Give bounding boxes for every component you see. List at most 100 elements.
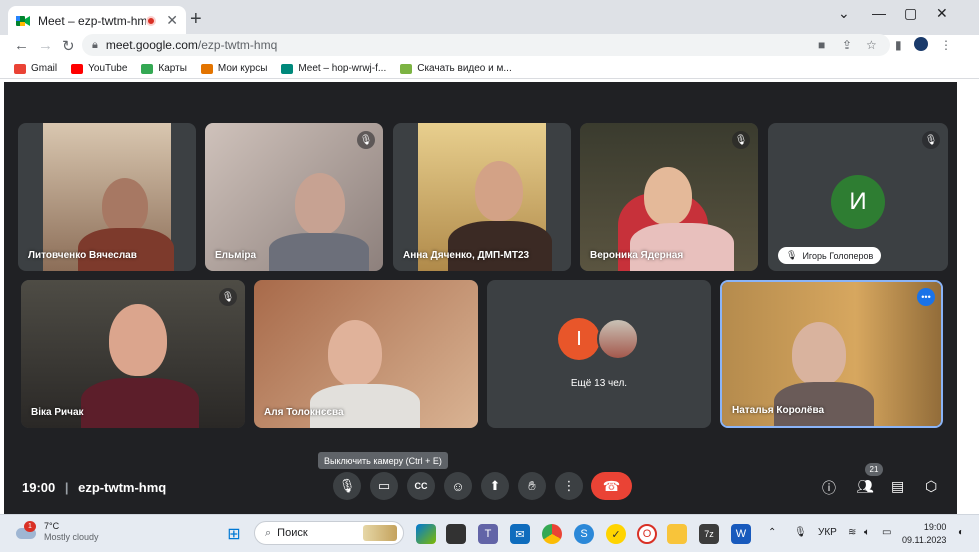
side-panel-icon[interactable]: ▮ <box>895 38 902 52</box>
skype-icon[interactable]: S <box>574 524 594 544</box>
vertical-dots-icon: ⋮ <box>562 478 576 493</box>
tab-meet[interactable]: Meet – ezp-twtm-hmq ✕ <box>8 6 186 35</box>
chat-icon[interactable]: ▤ <box>891 478 904 495</box>
tab-search-icon[interactable]: ⌄ <box>838 5 850 22</box>
maximize-button[interactable]: ▢ <box>904 5 917 22</box>
captions-button[interactable]: CC <box>407 472 435 500</box>
chrome-icon[interactable] <box>542 524 562 544</box>
meet-icon <box>281 63 294 74</box>
participant-tile[interactable]: ••• Наталья Королёва <box>720 280 943 428</box>
back-icon[interactable]: ← <box>14 37 29 54</box>
people-icon[interactable]: 👥︎ <box>856 478 874 495</box>
bookmark-download-video[interactable]: Скачать видео и м... <box>400 63 512 74</box>
participant-face <box>328 320 382 386</box>
leave-call-button[interactable]: ☎︎ <box>591 472 632 500</box>
participant-face <box>102 178 148 234</box>
forward-icon[interactable]: → <box>38 37 53 54</box>
meeting-details-icon[interactable]: ⓘ <box>822 478 836 498</box>
bookmark-youtube[interactable]: YouTube <box>71 63 127 74</box>
microphone-button[interactable]: 🎙︎ <box>333 472 361 500</box>
meeting-time: 19:00 <box>22 480 56 495</box>
bookmarks-bar: Gmail YouTube Карты Мои курсы Meet – hop… <box>0 59 979 79</box>
show-hidden-icons[interactable]: ⌃ <box>768 527 776 538</box>
reload-icon[interactable]: ↻ <box>62 37 75 55</box>
raise-hand-button[interactable]: ✋︎ <box>518 472 546 500</box>
cloud-icon: 1 <box>16 521 38 540</box>
camera-tooltip: Выключить камеру (Ctrl + E) <box>318 452 448 469</box>
activities-icon[interactable]: ⬡ <box>925 478 937 495</box>
mic-off-icon: 🎙︎ <box>732 131 750 149</box>
emoji-icon: ☺ <box>451 478 465 494</box>
file-explorer-icon[interactable] <box>667 524 687 544</box>
battery-icon[interactable]: ▭ <box>882 527 891 538</box>
more-participants-tile[interactable]: I Ещё 13 чел. <box>487 280 711 428</box>
separator: | <box>64 480 69 495</box>
task-view-icon[interactable] <box>446 524 466 544</box>
norton-icon[interactable]: ✓ <box>606 524 626 544</box>
participant-tile[interactable]: Литовченко Вячеслав <box>18 123 196 271</box>
minimize-button[interactable]: — <box>872 5 886 21</box>
notifications-icon[interactable]: ◐ <box>958 527 964 538</box>
new-tab-button[interactable]: + <box>190 9 202 29</box>
bookmark-maps[interactable]: Карты <box>141 63 187 74</box>
participant-tile[interactable]: И 🎙︎ 🎙︎ Игорь Голоперов <box>768 123 948 271</box>
bookmark-meet[interactable]: Meet – hop-wrwj-f... <box>281 63 386 74</box>
meeting-code: ezp-twtm-hmq <box>78 480 167 495</box>
menu-dots-icon[interactable]: ⋮ <box>940 38 952 52</box>
windows-start-icon[interactable]: ⊞ <box>224 524 244 544</box>
camera-in-use-icon[interactable]: ■ <box>818 38 825 52</box>
participant-tile[interactable]: 🎙︎ Вероника Ядерная <box>580 123 758 271</box>
mic-icon: 🎙︎ <box>786 250 798 260</box>
word-icon[interactable]: W <box>731 524 751 544</box>
microphone-tray-icon[interactable]: 🎙︎ <box>794 527 807 538</box>
7zip-icon[interactable]: 7z <box>699 524 719 544</box>
bookmark-star-icon[interactable]: ☆ <box>866 38 877 52</box>
tab-title: Meet – ezp-twtm-hmq <box>38 13 147 28</box>
hand-icon: ✋︎ <box>528 478 536 493</box>
taskbar-search[interactable]: ⌕ Поиск <box>254 521 404 545</box>
participant-body <box>81 378 199 428</box>
participant-name: Аля Толокнєєва <box>264 407 344 418</box>
close-window-button[interactable]: ✕ <box>936 5 948 22</box>
search-placeholder: Поиск <box>277 527 308 539</box>
bookmark-my-courses[interactable]: Мои курсы <box>200 63 267 74</box>
more-options-button[interactable]: ⋮ <box>555 472 583 500</box>
participant-tile[interactable]: Аля Толокнєєва <box>254 280 478 428</box>
hang-up-icon: ☎︎ <box>602 477 621 494</box>
avatar: I <box>558 318 600 360</box>
wifi-icon[interactable]: ≋ <box>848 527 856 538</box>
participant-face <box>295 173 345 235</box>
mail-icon[interactable]: ✉ <box>510 524 530 544</box>
participant-tile[interactable]: 🎙︎ Віка Ричак <box>21 280 245 428</box>
mic-off-icon: 🎙︎ <box>219 288 237 306</box>
address-bar[interactable]: 🔒︎ meet.google.com/ezp-twtm-hmq <box>82 34 890 56</box>
profile-avatar[interactable] <box>914 37 928 51</box>
language-indicator[interactable]: УКР <box>818 527 837 538</box>
participant-tile[interactable]: Анна Дяченко, ДМП-МТ23 <box>393 123 571 271</box>
participant-name-chip: 🎙︎ Игорь Голоперов <box>778 247 882 264</box>
captions-icon: CC <box>414 481 428 491</box>
participant-tile[interactable]: 🎙︎ Ельміра <box>205 123 383 271</box>
search-icon: ⌕ <box>265 526 272 539</box>
reactions-button[interactable]: ☺ <box>444 472 472 500</box>
present-button[interactable]: ⬆ <box>481 472 509 500</box>
volume-icon[interactable]: 🔈︎ <box>864 527 870 538</box>
bookmark-gmail[interactable]: Gmail <box>14 63 57 74</box>
taskbar-clock[interactable]: 19:00 09.11.2023 <box>902 521 946 547</box>
copilot-icon[interactable] <box>416 524 436 544</box>
tab-close-icon[interactable]: ✕ <box>166 12 178 29</box>
share-icon[interactable]: ⇪ <box>842 38 852 52</box>
moodle-icon <box>200 63 213 74</box>
participant-face <box>109 304 167 376</box>
meeting-info: 19:00 | ezp-twtm-hmq <box>22 480 166 495</box>
camera-button[interactable]: ▭ <box>370 472 398 500</box>
more-options-icon[interactable]: ••• <box>917 288 935 306</box>
weather-widget[interactable]: 1 7°C Mostly cloudy <box>16 521 99 543</box>
mic-icon: 🎙︎ <box>338 478 356 493</box>
meet-favicon-icon <box>16 15 30 27</box>
avatar: И <box>831 175 885 229</box>
opera-icon[interactable]: O <box>637 524 657 544</box>
participant-body <box>448 221 552 271</box>
teams-icon[interactable]: T <box>478 524 498 544</box>
mic-off-icon: 🎙︎ <box>357 131 375 149</box>
